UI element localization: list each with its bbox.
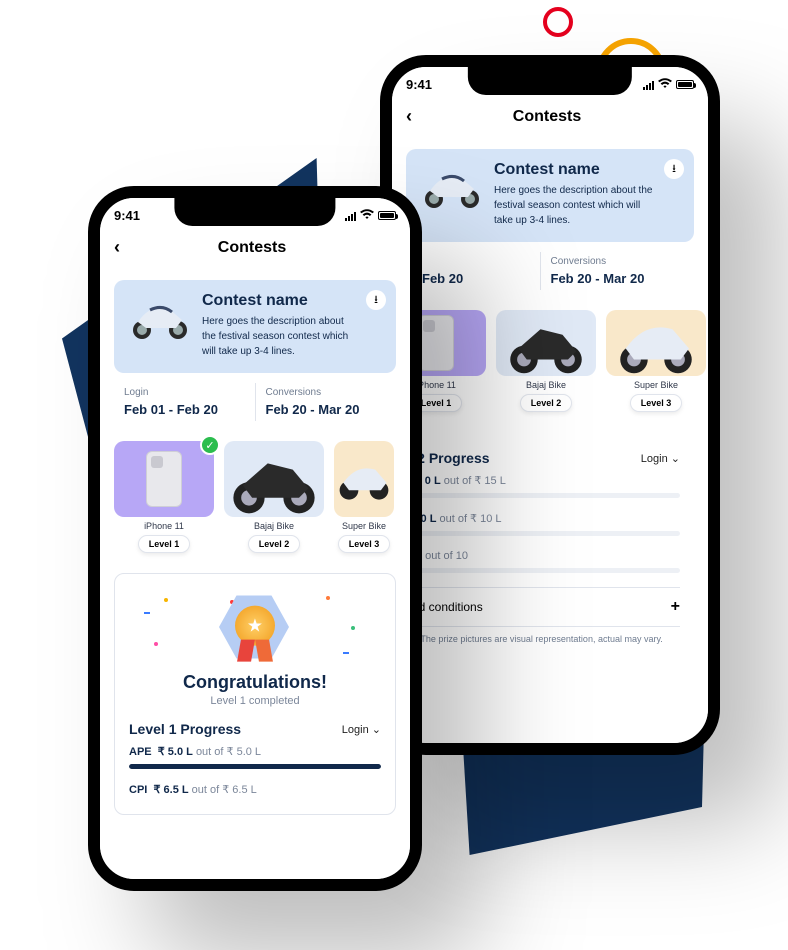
phone-mockup-back: 9:41 ‹ Contests Contest name Here goes t… — [380, 55, 720, 755]
level-badge: Level 3 — [630, 394, 683, 412]
battery-icon — [378, 211, 396, 220]
download-icon[interactable]: ⭳ — [664, 159, 684, 179]
banner-image — [128, 292, 192, 344]
phone-mockup-front: 9:41 ‹ Contests Contest name Here goes t… — [88, 186, 422, 891]
superbike-icon — [334, 441, 394, 517]
terms-expand[interactable]: ms and conditions + — [392, 587, 680, 627]
period-login[interactable]: Login Feb 01 - Feb 20 — [114, 383, 255, 421]
back-button[interactable]: ‹ — [406, 106, 412, 127]
level-badge: Level 3 — [338, 535, 391, 553]
progress-panel-level-2: evel 2 Progress Login ⌄ APE ₹ 0 L out of… — [392, 432, 694, 664]
metric-ape: APE ₹ 5.0 L out of ₹ 5.0 L — [129, 745, 381, 769]
congrats-progress-panel: ★ Congratulations! Level 1 completed Lev… — [114, 573, 396, 815]
banner-title: Contest name — [494, 161, 654, 179]
phone-notch — [468, 67, 632, 95]
accent-ring-red — [543, 7, 573, 37]
banner-image — [420, 161, 484, 213]
prize-scroller[interactable]: iPhone 11 Level 1 Bajaj Bike Level 2 Sup… — [392, 300, 708, 422]
metric-nop: NOP 0 out of 10 — [392, 550, 680, 573]
superbike-icon — [606, 310, 706, 376]
plus-icon: + — [671, 598, 680, 616]
progress-filter[interactable]: Login ⌄ — [342, 723, 381, 736]
period-row: . 01 - Feb 20 Conversions Feb 20 - Mar 2… — [406, 252, 694, 290]
prize-scroller[interactable]: ✓ iPhone 11 Level 1 Bajaj Bike Level 2 S… — [100, 431, 410, 563]
metric-ape: APE ₹ 0 L out of ₹ 15 L — [392, 474, 680, 498]
banner-desc: Here goes the description about the fest… — [202, 314, 356, 359]
check-icon: ✓ — [200, 435, 220, 455]
period-conversions[interactable]: Conversions Feb 20 - Mar 20 — [540, 252, 695, 290]
level-badge: Level 1 — [138, 535, 191, 553]
iphone-icon — [418, 315, 454, 371]
prize-level-2[interactable]: Bajaj Bike Level 2 — [496, 310, 596, 412]
award-badge-icon: ★ — [219, 592, 291, 664]
banner-desc: Here goes the description about the fest… — [494, 183, 654, 228]
congrats-block: ★ Congratulations! Level 1 completed — [129, 592, 381, 707]
download-icon[interactable]: ⭳ — [366, 290, 386, 310]
page-header: ‹ Contests — [392, 92, 708, 141]
wifi-icon — [360, 208, 374, 223]
contest-banner[interactable]: Contest name Here goes the description a… — [406, 149, 694, 242]
banner-title: Contest name — [202, 292, 356, 310]
page-title: Contests — [420, 108, 674, 126]
congrats-sub: Level 1 completed — [129, 695, 381, 707]
signal-icon — [345, 211, 356, 221]
back-button[interactable]: ‹ — [114, 237, 120, 258]
phone-notch — [174, 198, 335, 226]
bike-icon — [496, 310, 596, 376]
disclaimer: se note: The prize pictures are visual r… — [392, 633, 680, 646]
prize-level-2[interactable]: Bajaj Bike Level 2 — [224, 441, 324, 553]
congrats-title: Congratulations! — [129, 672, 381, 693]
wifi-icon — [658, 77, 672, 92]
iphone-icon — [146, 451, 182, 507]
status-time: 9:41 — [114, 208, 140, 223]
battery-icon — [676, 80, 694, 89]
level-badge: Level 2 — [248, 535, 301, 553]
metric-cpi: CPI ₹ 6.5 L out of ₹ 6.5 L — [129, 783, 381, 796]
period-row: Login Feb 01 - Feb 20 Conversions Feb 20… — [114, 383, 396, 421]
status-time: 9:41 — [406, 77, 432, 92]
signal-icon — [643, 80, 654, 90]
bike-icon — [224, 441, 324, 517]
progress-filter[interactable]: Login ⌄ — [641, 452, 680, 465]
prize-level-3[interactable]: Super Bike Level 3 — [334, 441, 394, 553]
contest-banner[interactable]: Contest name Here goes the description a… — [114, 280, 396, 373]
prize-level-3[interactable]: Super Bike Level 3 — [606, 310, 706, 412]
period-conversions[interactable]: Conversions Feb 20 - Mar 20 — [255, 383, 397, 421]
prize-level-1[interactable]: ✓ iPhone 11 Level 1 — [114, 441, 214, 553]
page-header: ‹ Contests — [100, 223, 410, 272]
metric-cpi: CPI ₹ 0 L out of ₹ 10 L — [392, 512, 680, 536]
progress-title: Level 1 Progress — [129, 721, 241, 737]
level-badge: Level 2 — [520, 394, 573, 412]
page-title: Contests — [128, 239, 376, 257]
